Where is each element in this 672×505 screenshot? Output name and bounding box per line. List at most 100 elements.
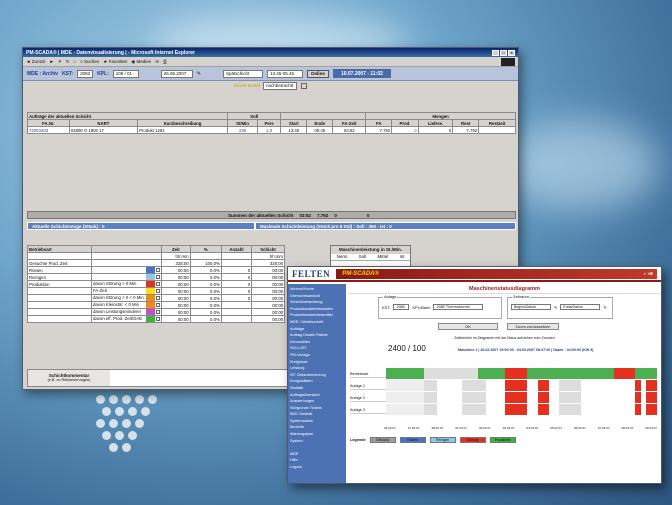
color-swatch	[146, 309, 155, 315]
calendar-icon[interactable]: ✎	[554, 305, 557, 310]
gantt-segment	[386, 368, 424, 379]
to-date-input[interactable]: Ende/Datum	[560, 304, 601, 310]
shift-select[interactable]: Spätschicht	[222, 69, 263, 78]
checkbox[interactable]	[156, 282, 160, 286]
time-label: 27.02.07	[407, 426, 420, 430]
nav-item[interactable]: Ereignisse	[290, 359, 344, 366]
nav-item[interactable]: Systemadmin	[290, 418, 344, 425]
nav-item[interactable]: Statistik	[290, 385, 344, 392]
nav-item[interactable]: Hilfe	[290, 457, 344, 464]
plant-filter: Anlage KST: 2080 KPL/Bahn 2080 Thermoforme…	[378, 294, 502, 319]
nav-item[interactable]: Produktionsbetriebsmittel	[290, 312, 344, 319]
status-gantt-chart[interactable]: Betriebsart Anlage 1 Anlage 2 Anlage 3	[350, 366, 657, 424]
table-row[interactable]: davon eff. Prod.-Zeit/OAE 00:00 0.0% 00:00	[27, 315, 285, 323]
checkbox[interactable]	[156, 289, 160, 293]
checkbox[interactable]	[156, 296, 160, 300]
kpl-select[interactable]: 108 / 01	[112, 69, 139, 78]
status-diagram-window: FELTEN PM-SCADA® ◐◑⊖ Intranet/Home Übersic…	[287, 266, 662, 484]
table-row[interactable]: davon Kleinstör. < 0 Min 00:00 0.0% 00:00	[27, 301, 285, 309]
checkbox[interactable]	[156, 268, 160, 272]
gantt-segment	[613, 368, 636, 379]
back-button[interactable]: ◄ Zurück	[26, 59, 45, 64]
nav-item[interactable]: Leistung	[290, 365, 344, 372]
time-select[interactable]: 13.45-05.45	[266, 69, 303, 78]
from-date-input[interactable]: Beginn/Datum	[511, 304, 551, 310]
table-row[interactable]: davon Leistungsminderer 00:00 0.0% 00:00	[27, 308, 285, 316]
nav-item[interactable]: Intranet/Home	[290, 286, 344, 293]
table-row[interactable]: Gesuchte Prod. Zeit 328:00 100.0% 328:00	[27, 259, 285, 267]
time-label: 09.03.07	[645, 426, 657, 430]
home-icon[interactable]: ⌂	[74, 59, 77, 64]
nav-item[interactable]: Auftrag Details Pakete	[290, 332, 344, 339]
legend-item: Störung	[459, 437, 486, 443]
table-row[interactable]: Rüsten 00:00 0.0% 0 00:00	[27, 266, 285, 274]
nav-item[interactable]: Logout	[290, 464, 344, 471]
checkbox[interactable]	[156, 310, 160, 314]
nav-item[interactable]: Auswertungen	[290, 398, 344, 405]
checkbox[interactable]	[156, 317, 160, 321]
nav-item[interactable]: MDE	[290, 451, 344, 458]
table-row[interactable]: FA-Zeit 00:00 0.0% 0 00:00	[27, 287, 285, 295]
time-label: 08.03.07	[621, 426, 634, 430]
nav-item[interactable]: Ereignislisten	[290, 378, 344, 385]
kpl-select[interactable]: 2080 Thermoformer	[433, 304, 484, 310]
print-icon[interactable]: ⎙	[163, 59, 167, 64]
favorites-button[interactable]: ★ Favoriten	[103, 59, 127, 65]
nav-item[interactable]: Aufträge	[290, 326, 344, 333]
nav-item[interactable]: PM-Vorlage	[290, 352, 344, 359]
calendar-icon[interactable]: ✎	[197, 71, 201, 77]
time-label: 05.03.07	[550, 426, 562, 430]
table-row[interactable]: Reinigen 00:00 0.0% 0 00:00	[27, 273, 285, 281]
nav-item[interactable]: MDE / Arbeitsschritt	[290, 319, 344, 326]
soll-header: Soll	[227, 112, 282, 120]
summary-bar: Summen der aktuellen Schicht 03:52 7.792…	[27, 211, 516, 219]
date-field[interactable]: 26.06.2007	[160, 69, 193, 78]
subfilter-toggle[interactable]	[301, 82, 307, 89]
forward-button[interactable]: ►	[49, 59, 53, 64]
table-row[interactable]: davon Störung > 0 < 0 Min 00:00 0.0% 0 00:00	[27, 294, 285, 302]
nav-item[interactable]: Störgründe Tickets	[290, 405, 344, 412]
orders-header-row: FA.Nr. NART Kurzbeschreibung St/Min Pers Sta…	[27, 119, 516, 127]
nav-item[interactable]: Übersichtsansicht	[290, 293, 344, 300]
nav-item[interactable]: IST Zeitaufzeichnung	[290, 372, 344, 379]
operating-mode-table: Betriebsart Zeit% Anzahl Schicht hh:mm hh:m…	[27, 245, 285, 323]
media-button[interactable]: ◉ Medien	[131, 59, 151, 65]
nav-item[interactable]: Produktionsbetriebsdaten	[290, 306, 344, 313]
browser-toolbar: ◄ Zurück ► ✕ ↻ ⌂ ⌕ Suchen ★ Favoriten ◉ …	[23, 57, 518, 67]
close-button[interactable]: ×	[508, 49, 515, 56]
table-row[interactable]: 72003403 02808 O 1800 17 Produkt 1281 230 1…	[27, 126, 516, 134]
nav-item[interactable]: Auftragsübersicht	[290, 392, 344, 399]
search-button[interactable]: ⌕ Suchen	[80, 59, 99, 64]
nav-item[interactable]: BDE-Statistik	[290, 411, 344, 418]
mail-icon[interactable]: ✉	[155, 59, 159, 65]
gantt-segment	[559, 392, 582, 403]
ok-button[interactable]: OK	[438, 323, 498, 330]
gantt-segment	[505, 380, 527, 391]
refresh-icon[interactable]: ↻	[66, 59, 70, 65]
maximize-button[interactable]: □	[500, 49, 507, 56]
reset-zoom-button[interactable]: Zoom zurücksetzen	[507, 323, 559, 330]
subfilter-input[interactable]: nachbetrachtt	[263, 81, 297, 90]
kst-select[interactable]: 2080	[393, 304, 410, 310]
nav-item[interactable]: Schichtbetrachtung	[290, 299, 344, 306]
kst-select[interactable]: 2083	[77, 69, 94, 78]
calendar-icon[interactable]: ✎	[603, 305, 606, 310]
table-row[interactable]: Produktion davon Störung > 0 Min 00:00 0.0%…	[27, 280, 285, 288]
nav-item[interactable]: Berichte	[290, 424, 344, 431]
checkbox[interactable]	[156, 303, 160, 307]
diagram-title: Maschinenstatusdiagramm	[348, 284, 661, 294]
time-range-filter: Zeitraum Beginn/Datum ✎ Ende/Datum ✎	[507, 294, 613, 319]
nav-item[interactable]: Kennzahlen	[290, 339, 344, 346]
background-glow	[500, 120, 660, 210]
mde-label: MDE : Archiv	[27, 70, 58, 77]
quantity-bars: Aktuelle Schichtmenge (Stück) : 0 Maxima…	[27, 222, 516, 230]
stop-icon[interactable]: ✕	[58, 59, 62, 65]
checkbox[interactable]	[156, 275, 160, 279]
window-icons[interactable]: ◐◑⊖	[644, 271, 653, 277]
online-button[interactable]: Online	[306, 69, 329, 78]
nav-item[interactable]: SOLL/IST	[290, 345, 344, 352]
minimize-button[interactable]: _	[492, 49, 499, 56]
nav-item[interactable]: Wartungsplan	[290, 431, 344, 438]
nav-item[interactable]: System	[290, 438, 344, 445]
comment-subtitle: (z.B. zu Reklamierungen)	[47, 378, 91, 382]
